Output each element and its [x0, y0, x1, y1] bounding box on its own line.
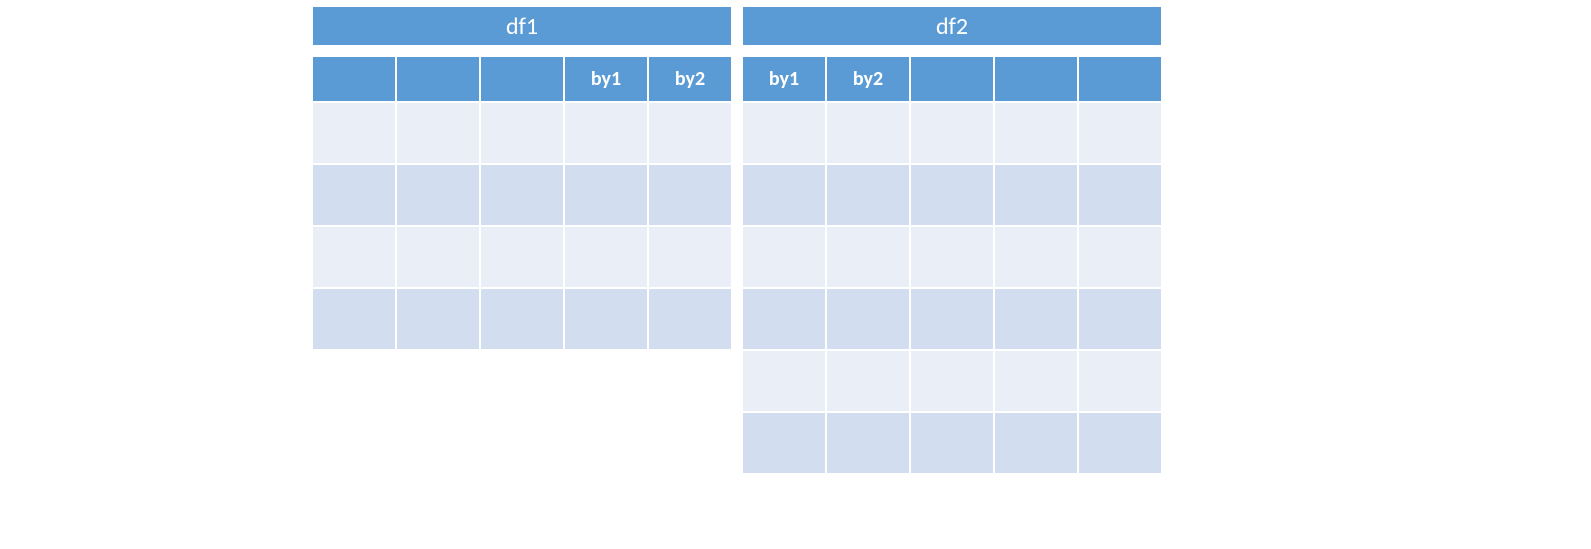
df1-body-cell	[396, 288, 480, 350]
df2-table: df2 by1by2	[742, 6, 1162, 474]
df2-body-cell	[994, 412, 1078, 474]
df1-body-cell	[564, 164, 648, 226]
df2-body-cell	[1078, 226, 1162, 288]
df1-body-cell	[480, 102, 564, 164]
df1-title-gap	[312, 46, 732, 56]
df2-body-cell	[826, 164, 910, 226]
df2-body-row	[742, 164, 1162, 226]
df2-title-gap	[742, 46, 1162, 56]
df2-body-cell	[910, 350, 994, 412]
df1-header-cell	[312, 56, 396, 102]
df2-body-cell	[910, 412, 994, 474]
df2-header-cell: by1	[742, 56, 826, 102]
df1-body-cell	[564, 102, 648, 164]
df1-body-cell	[564, 226, 648, 288]
df2-title: df2	[742, 6, 1162, 46]
df2-body-cell	[1078, 288, 1162, 350]
df2-body-cell	[1078, 102, 1162, 164]
df2-body-cell	[910, 102, 994, 164]
df1-header-cell	[480, 56, 564, 102]
df2-body-cell	[994, 350, 1078, 412]
df2-body-cell	[742, 164, 826, 226]
df2-header-cell	[1078, 56, 1162, 102]
df2-body-cell	[742, 226, 826, 288]
df1-body-row	[312, 288, 732, 350]
df1-body-cell	[648, 288, 732, 350]
df1-body-cell	[480, 226, 564, 288]
df1-body-row	[312, 102, 732, 164]
df2-body-row	[742, 102, 1162, 164]
df2-body-row	[742, 412, 1162, 474]
df2-body-cell	[826, 412, 910, 474]
df1-body-cell	[396, 164, 480, 226]
df2-body-cell	[994, 102, 1078, 164]
df1-title: df1	[312, 6, 732, 46]
df2-body-cell	[1078, 164, 1162, 226]
df2-header-row: by1by2	[742, 56, 1162, 102]
df2-body-cell	[742, 288, 826, 350]
df1-header-cell: by1	[564, 56, 648, 102]
df1-body-cell	[312, 288, 396, 350]
df2-header-cell	[994, 56, 1078, 102]
df1-body-cell	[396, 226, 480, 288]
df1-body-cell	[480, 164, 564, 226]
df1-header-row: by1by2	[312, 56, 732, 102]
df2-body-row	[742, 226, 1162, 288]
df2-body-cell	[826, 350, 910, 412]
df2-body-cell	[1078, 350, 1162, 412]
df2-body-cell	[994, 164, 1078, 226]
df1-body-cell	[312, 102, 396, 164]
df2-body-cell	[994, 226, 1078, 288]
df1-body-row	[312, 164, 732, 226]
df1-body-cell	[312, 164, 396, 226]
df2-body-cell	[826, 226, 910, 288]
df1-body-cell	[648, 226, 732, 288]
df1-body-cell	[564, 288, 648, 350]
df2-body-row	[742, 288, 1162, 350]
df2-body-cell	[910, 164, 994, 226]
df2-header-cell: by2	[826, 56, 910, 102]
df2-body-cell	[1078, 412, 1162, 474]
df2-body-cell	[742, 412, 826, 474]
df1-body-cell	[648, 164, 732, 226]
df2-body-cell	[826, 102, 910, 164]
df2-body-row	[742, 350, 1162, 412]
df1-body-cell	[312, 226, 396, 288]
df2-body-cell	[910, 226, 994, 288]
df1-header-cell: by2	[648, 56, 732, 102]
df2-body-cell	[994, 288, 1078, 350]
df2-header-cell	[910, 56, 994, 102]
df2-body-cell	[910, 288, 994, 350]
df1-body-cell	[648, 102, 732, 164]
df1-body-cell	[396, 102, 480, 164]
df2-body-cell	[826, 288, 910, 350]
df1-body-cell	[480, 288, 564, 350]
diagram-canvas: df1by1by2 df2by1by2	[0, 0, 1591, 549]
df2-body-cell	[742, 350, 826, 412]
df2-body-cell	[742, 102, 826, 164]
df1-table: df1 by1by2	[312, 6, 732, 350]
df1-header-cell	[396, 56, 480, 102]
df1-body-row	[312, 226, 732, 288]
